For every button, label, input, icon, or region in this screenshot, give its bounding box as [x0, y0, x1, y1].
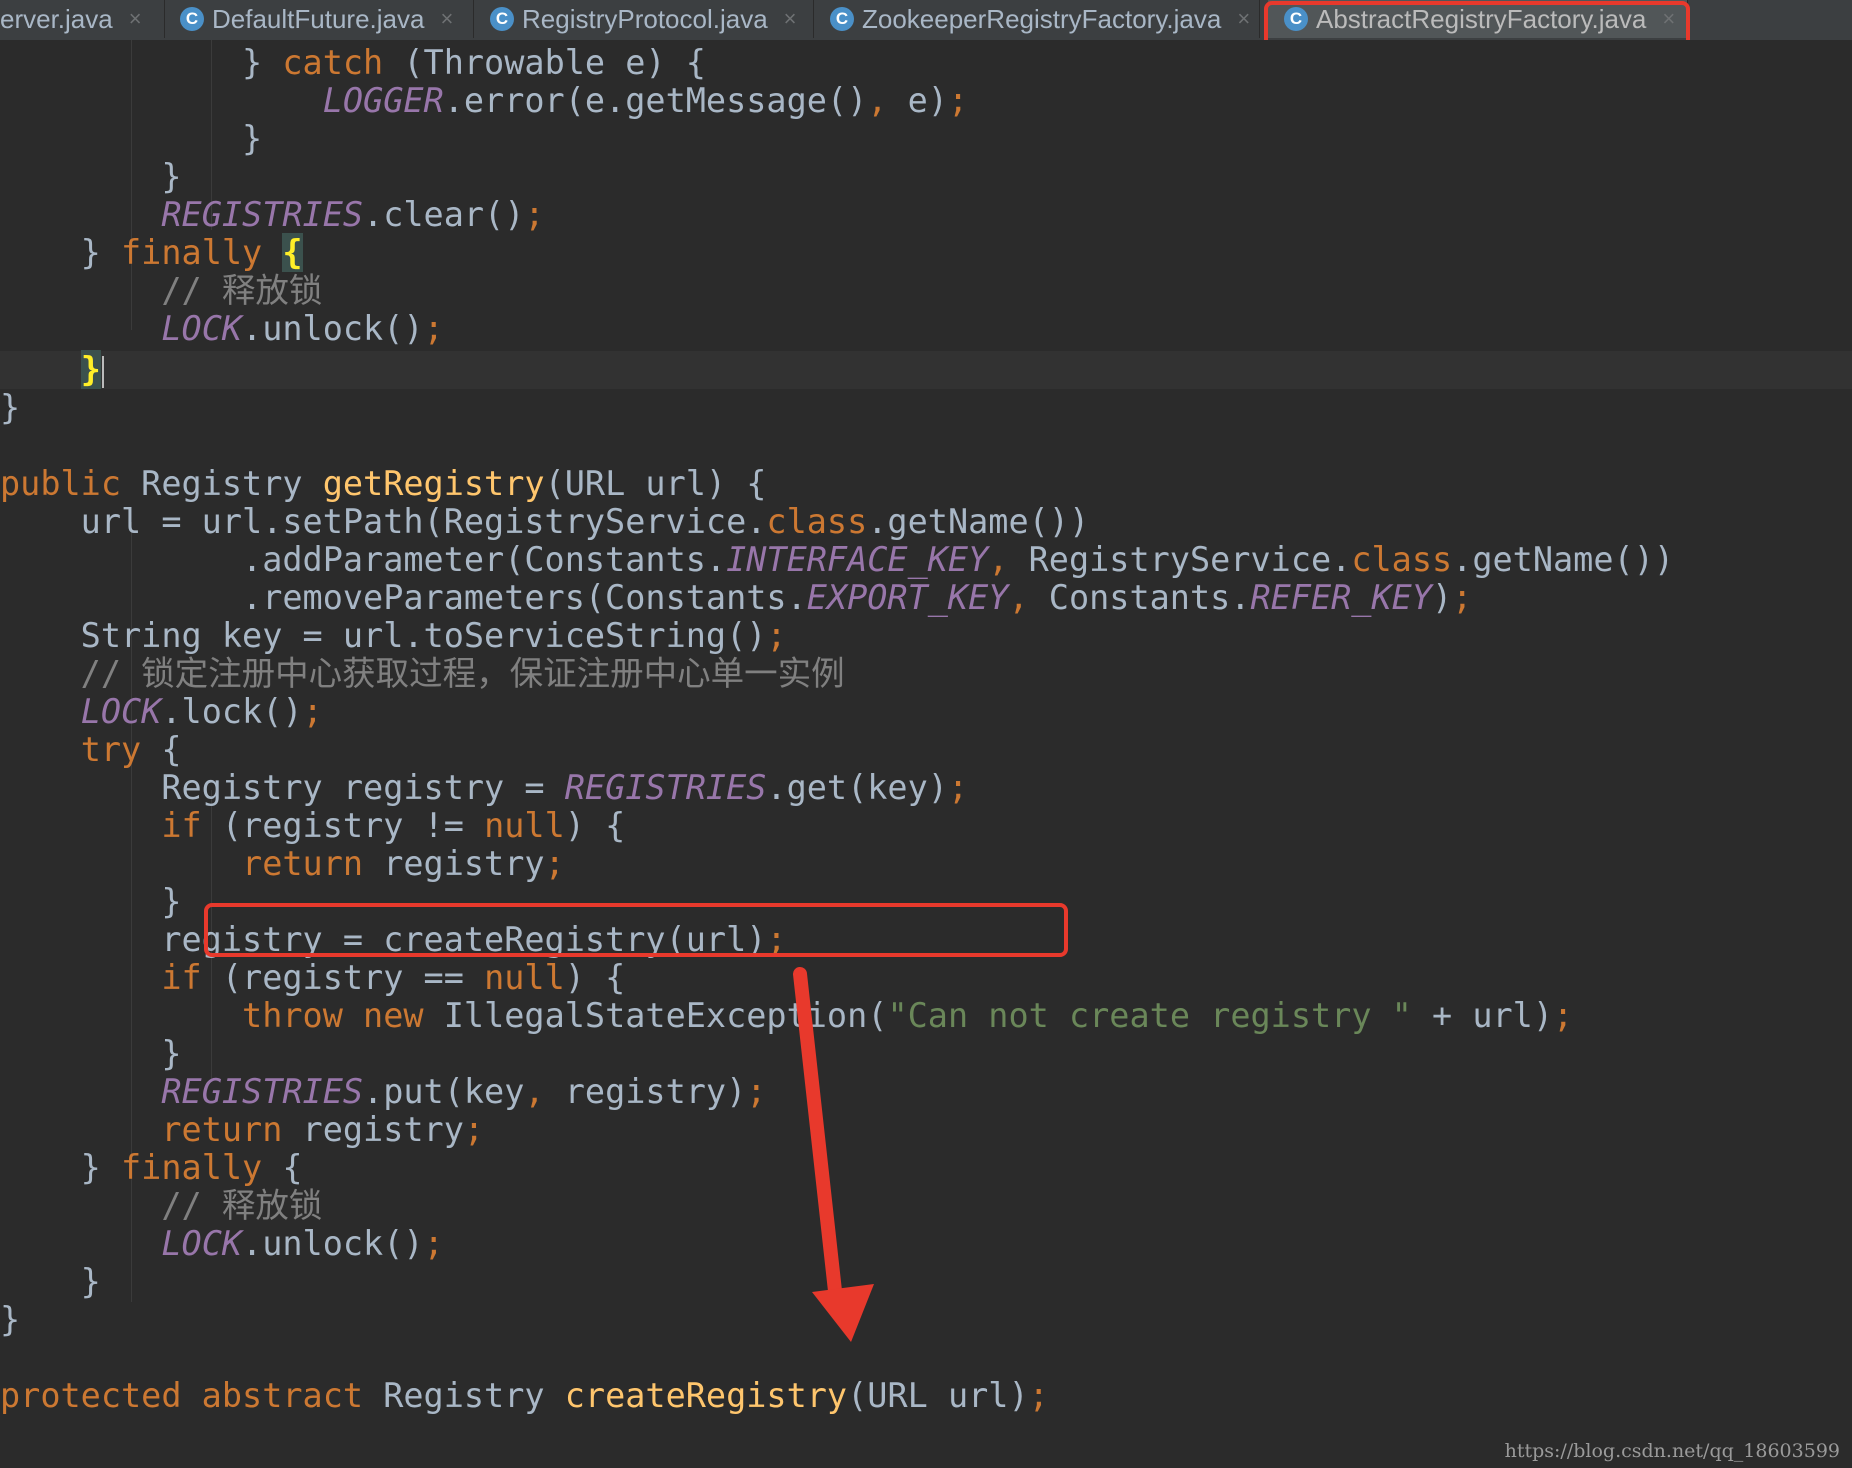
code-line: } — [0, 1262, 101, 1301]
close-icon[interactable]: × — [129, 6, 142, 32]
class-icon: C — [830, 7, 854, 31]
tab-server-java[interactable]: erver.java × — [0, 0, 165, 38]
code-line: public Registry getRegistry(URL url) { — [0, 464, 767, 503]
tab-zookeeperregistryfactory-java[interactable]: C ZookeeperRegistryFactory.java × — [814, 0, 1260, 38]
code-line: } — [0, 157, 182, 196]
tab-label: erver.java — [0, 3, 113, 34]
matched-brace: } — [80, 350, 101, 389]
code-line: if (registry != null) { — [161, 806, 626, 845]
code-line: .removeParameters(Constants.EXPORT_KEY, … — [0, 578, 1473, 617]
close-icon[interactable]: × — [1237, 6, 1250, 32]
code-line: throw new IllegalStateException("Can not… — [242, 996, 1574, 1035]
code-line-abstract-create-registry: protected abstract Registry createRegist… — [0, 1376, 1049, 1415]
code-line: } — [0, 350, 104, 389]
code-line: return registry; — [161, 1110, 485, 1149]
code-line: if (registry == null) { — [161, 958, 626, 997]
code-comment: // 锁定注册中心获取过程，保证注册中心单一实例 — [0, 654, 845, 693]
code-line: } — [0, 119, 263, 158]
code-line: try { — [80, 730, 182, 769]
code-line: .addParameter(Constants.INTERFACE_KEY, R… — [0, 540, 1675, 579]
code-line: } catch (Throwable e) { — [0, 43, 706, 82]
tab-defaultfuture-java[interactable]: C DefaultFuture.java × — [164, 0, 474, 38]
code-line: } finally { — [0, 233, 303, 272]
tab-registryprotocol-java[interactable]: C RegistryProtocol.java × — [474, 0, 814, 38]
matched-brace: { — [282, 233, 303, 272]
code-line: url = url.setPath(RegistryService.class.… — [0, 502, 1090, 541]
close-icon[interactable]: × — [784, 6, 797, 32]
tab-label: DefaultFuture.java — [212, 3, 425, 34]
tab-label: RegistryProtocol.java — [522, 3, 768, 34]
code-line: } — [0, 1034, 182, 1073]
code-line: LOCK.unlock(); — [161, 309, 444, 348]
code-line: REGISTRIES.put(key, registry); — [161, 1072, 767, 1111]
watermark: https://blog.csdn.net/qq_18603599 — [1504, 1440, 1840, 1462]
text-caret — [101, 355, 104, 388]
class-icon: C — [180, 7, 204, 31]
class-icon: C — [490, 7, 514, 31]
code-line: LOCK.unlock(); — [161, 1224, 444, 1263]
tab-label: ZookeeperRegistryFactory.java — [862, 3, 1222, 34]
code-line: Registry registry = REGISTRIES.get(key); — [0, 768, 969, 807]
code-comment: // 释放锁 — [0, 271, 323, 310]
code-line: String key = url.toServiceString(); — [0, 616, 787, 655]
code-line: } — [0, 882, 182, 921]
code-editor[interactable]: } catch (Throwable e) { LOGGER.error(e.g… — [0, 40, 1852, 1468]
code-line: } — [0, 1300, 21, 1339]
code-line: return registry; — [242, 844, 565, 883]
code-line: REGISTRIES.clear(); — [161, 195, 545, 234]
close-icon[interactable]: × — [440, 6, 453, 32]
code-line: LOGGER.error(e.getMessage(), e); — [322, 81, 969, 120]
code-comment: // 释放锁 — [0, 1186, 323, 1225]
current-line-highlight — [0, 351, 1852, 389]
create-registry-highlight-box — [204, 903, 1068, 957]
code-line: } — [0, 388, 21, 427]
code-line: LOCK.lock(); — [80, 692, 323, 731]
code-line: } finally { — [0, 1148, 303, 1187]
